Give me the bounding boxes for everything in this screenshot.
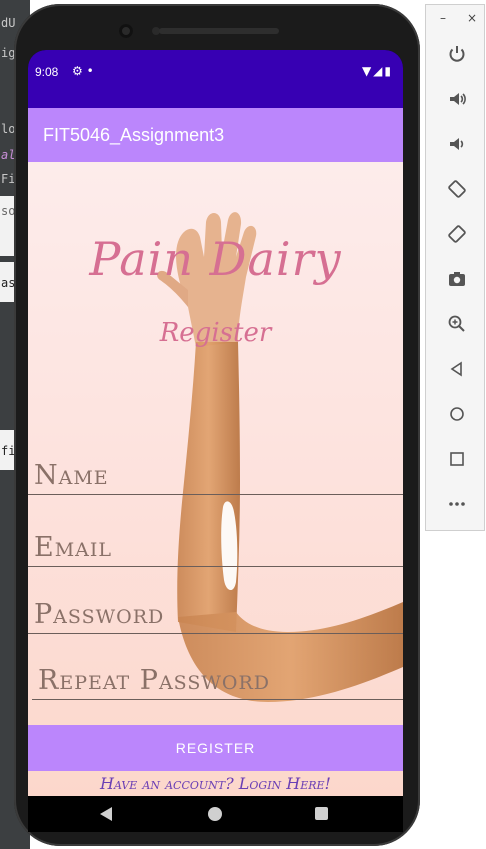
power-button[interactable] [442, 39, 472, 69]
password-placeholder: Password [34, 599, 165, 630]
power-icon [449, 46, 465, 62]
earpiece-speaker [159, 28, 279, 34]
page-subtitle: Register [159, 318, 272, 348]
zoom-icon [448, 315, 465, 332]
rotate-right-button[interactable] [442, 219, 472, 249]
field-underline [28, 633, 403, 634]
rotate-right-icon [448, 225, 466, 243]
overview-button[interactable] [442, 444, 472, 474]
device-screen: 9:08 ⚙ • ▼◢▮ FIT5046_Assignment3 Pain Da… [28, 50, 403, 832]
repeat-password-field[interactable]: Repeat Password [32, 650, 403, 700]
login-link[interactable]: Have an account? Login Here! [28, 774, 403, 793]
overview-icon[interactable] [315, 807, 328, 820]
navigation-bar [28, 796, 403, 832]
field-underline [28, 494, 403, 495]
home-icon [450, 407, 464, 421]
back-icon[interactable] [100, 807, 112, 821]
rotate-left-icon [448, 180, 466, 198]
front-camera [119, 24, 133, 38]
back-button[interactable] [442, 354, 472, 384]
email-placeholder: Email [34, 532, 113, 563]
settings-icon: ⚙ • [72, 64, 94, 78]
screenshot-button[interactable] [442, 264, 472, 294]
volume-down-button[interactable] [442, 129, 472, 159]
back-icon [450, 361, 462, 377]
close-button[interactable]: × [467, 11, 477, 25]
field-underline [28, 566, 403, 567]
minimize-button[interactable]: – [440, 11, 446, 25]
app-bar: FIT5046_Assignment3 [28, 108, 403, 162]
zoom-button[interactable] [442, 309, 472, 339]
email-field[interactable]: Email [28, 517, 403, 567]
emulator-control-panel: – × [425, 4, 485, 531]
panel-window-controls: – × [426, 9, 486, 29]
register-button[interactable]: REGISTER [28, 725, 403, 771]
volume-up-button[interactable] [442, 84, 472, 114]
rotate-left-button[interactable] [442, 174, 472, 204]
home-icon[interactable] [208, 807, 222, 821]
volume-down-icon [450, 138, 464, 150]
register-screen: Pain Dairy Register Name Email Password … [28, 162, 403, 796]
battery-icon: ▼◢▮ [361, 64, 393, 78]
field-underline [32, 699, 403, 700]
camera-icon [449, 272, 465, 286]
more-button[interactable] [442, 489, 472, 519]
more-icon [449, 502, 465, 506]
home-button[interactable] [442, 399, 472, 429]
status-time: 9:08 [35, 65, 59, 79]
overview-icon [450, 452, 464, 466]
repeat-password-placeholder: Repeat Password [38, 665, 271, 696]
name-field[interactable]: Name [28, 445, 403, 495]
password-field[interactable]: Password [28, 584, 403, 634]
name-placeholder: Name [34, 460, 109, 491]
app-logo-title: Pain Dairy [89, 232, 342, 286]
volume-up-icon [450, 93, 466, 105]
app-title: FIT5046_Assignment3 [43, 125, 225, 145]
status-bar: 9:08 ⚙ • ▼◢▮ [28, 50, 403, 108]
